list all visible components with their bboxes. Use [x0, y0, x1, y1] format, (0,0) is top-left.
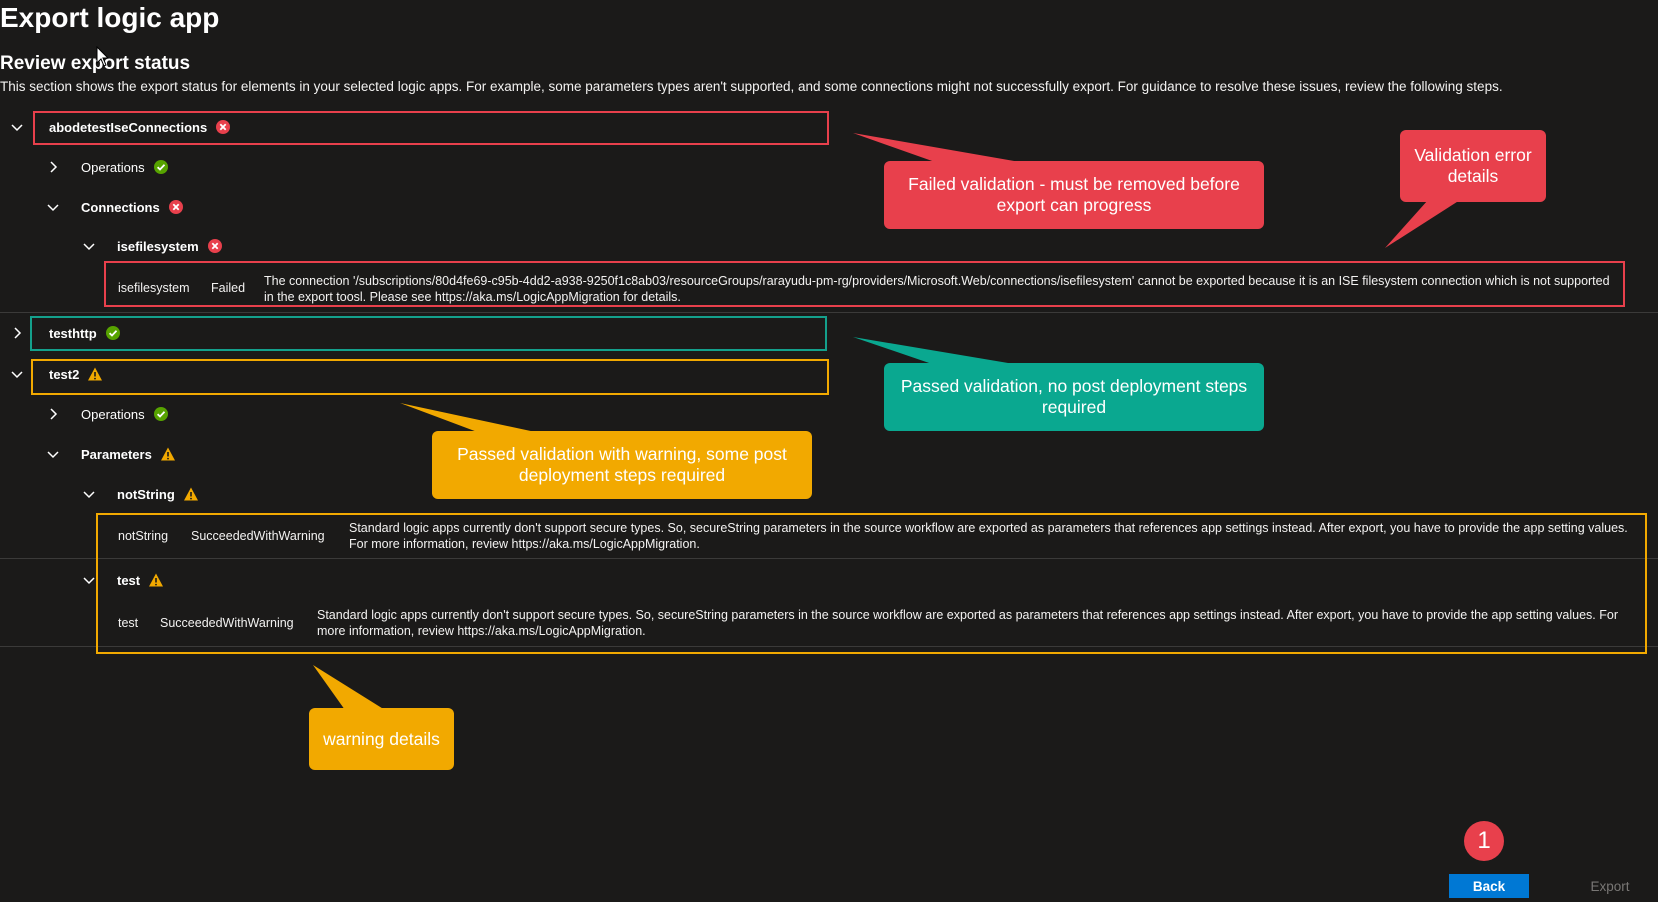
- tree-item-abodetestiseconnections[interactable]: abodetestIseConnections: [9, 115, 231, 139]
- tree-item-notstring[interactable]: notString: [81, 482, 199, 506]
- detail-name: notString: [118, 529, 169, 543]
- divider: [0, 312, 1658, 313]
- error-icon: [215, 119, 231, 135]
- detail-name: isefilesystem: [118, 281, 190, 295]
- tree-item-operations[interactable]: Operations: [45, 402, 169, 426]
- warning-icon: [148, 572, 164, 588]
- tree-item-label: test: [117, 572, 141, 588]
- chevron-down-icon[interactable]: [45, 446, 61, 462]
- chevron-down-icon[interactable]: [9, 119, 25, 135]
- callout-warning-details: warning details: [309, 708, 454, 770]
- tree-item-test2[interactable]: test2: [9, 362, 103, 386]
- tree-item-parameters[interactable]: Parameters: [45, 442, 176, 466]
- chevron-right-icon[interactable]: [45, 406, 61, 422]
- section-description: This section shows the export status for…: [0, 79, 1503, 94]
- divider: [0, 558, 1658, 559]
- detail-message: The connection '/subscriptions/80d4fe69-…: [264, 274, 1610, 304]
- tree-item-label: Operations: [81, 406, 145, 422]
- warning-icon: [183, 486, 199, 502]
- detail-message: Standard logic apps currently don't supp…: [349, 521, 1628, 551]
- error-icon: [207, 238, 223, 254]
- step-number-badge: 1: [1464, 821, 1504, 861]
- tree-item-label: Connections: [81, 199, 160, 215]
- page-title: Export logic app: [0, 2, 220, 33]
- callout-passed-validation: Passed validation, no post deployment st…: [884, 363, 1264, 431]
- detail-name: test: [118, 616, 139, 630]
- tree-item-testhttp[interactable]: testhttp: [9, 321, 121, 345]
- detail-message: Standard logic apps currently don't supp…: [317, 608, 1619, 638]
- success-icon: [105, 325, 121, 341]
- callout-validation-error-details: Validation error details: [1400, 130, 1546, 202]
- tree-item-label: Parameters: [81, 446, 152, 462]
- callout-passed-with-warning: Passed validation with warning, some pos…: [432, 431, 812, 499]
- tree-item-label: abodetestIseConnections: [49, 119, 208, 135]
- annotation-outline-warning: [31, 359, 829, 395]
- annotation-outline-passed: [30, 316, 827, 351]
- divider: [0, 646, 1658, 647]
- detail-row-test: test SucceededWithWarning Standard logic…: [0, 607, 1658, 641]
- tree-item-connections[interactable]: Connections: [45, 195, 184, 219]
- detail-row-notstring: notString SucceededWithWarning Standard …: [0, 520, 1658, 554]
- tree-item-label: notString: [117, 486, 175, 502]
- export-button[interactable]: Export: [1570, 874, 1650, 898]
- success-icon: [153, 159, 169, 175]
- mouse-cursor-icon: [96, 46, 110, 67]
- detail-status: SucceededWithWarning: [191, 529, 325, 543]
- callout-failed-validation: Failed validation - must be removed befo…: [884, 161, 1264, 229]
- chevron-down-icon[interactable]: [81, 238, 97, 254]
- tree-item-test[interactable]: test: [81, 568, 164, 592]
- error-icon: [168, 199, 184, 215]
- chevron-down-icon[interactable]: [81, 486, 97, 502]
- success-icon: [153, 406, 169, 422]
- chevron-down-icon[interactable]: [9, 366, 25, 382]
- back-button[interactable]: Back: [1449, 874, 1529, 898]
- warning-icon: [160, 446, 176, 462]
- tree-item-label: testhttp: [49, 325, 97, 341]
- tree-item-label: isefilesystem: [117, 238, 199, 254]
- chevron-down-icon[interactable]: [81, 572, 97, 588]
- detail-status: SucceededWithWarning: [160, 616, 294, 630]
- tree-item-label: Operations: [81, 159, 145, 175]
- tree-item-label: test2: [49, 366, 80, 382]
- tree-item-isefilesystem[interactable]: isefilesystem: [81, 234, 223, 258]
- warning-icon: [87, 366, 103, 382]
- detail-row-isefilesystem: isefilesystem Failed The connection '/su…: [0, 273, 1658, 305]
- chevron-right-icon[interactable]: [9, 325, 25, 341]
- tree-item-operations[interactable]: Operations: [45, 155, 169, 179]
- chevron-right-icon[interactable]: [45, 159, 61, 175]
- chevron-down-icon[interactable]: [45, 199, 61, 215]
- detail-status: Failed: [211, 281, 246, 295]
